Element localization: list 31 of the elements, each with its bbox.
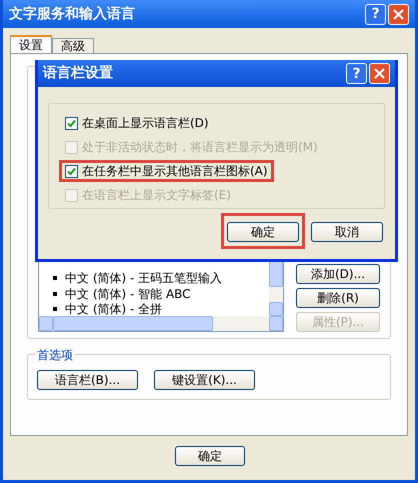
help-button[interactable]: ? [365, 4, 386, 24]
dialog-button[interactable]: 确定 [227, 222, 299, 242]
checkbox[interactable] [65, 164, 78, 178]
help-button[interactable]: ? [346, 63, 367, 84]
group-title: 首选项 [35, 346, 75, 364]
dialog-title: 语言栏设置 [43, 64, 114, 83]
checkbox-label: 处于非活动状态时，将语言栏显示为透明(M) [82, 141, 318, 153]
close-button[interactable] [388, 4, 409, 24]
preference-button[interactable]: 语言栏(B)... [37, 370, 138, 390]
checkbox-label: 在桌面上显示语言栏(D) [82, 117, 209, 129]
service-button[interactable]: 添加(D)... [296, 264, 380, 284]
window-title: 文字服务和输入语言 [9, 4, 136, 24]
dialog-button[interactable]: 取消 [311, 222, 383, 242]
close-icon [393, 8, 404, 20]
ok-button[interactable]: 确定 [175, 446, 245, 466]
list-item[interactable]: 中文 (简体) - 智能 ABC [65, 288, 191, 300]
close-icon [374, 68, 385, 79]
close-button[interactable] [369, 63, 390, 84]
list-item[interactable]: 中文 (简体) - 王码五笔型输入 [65, 272, 222, 284]
checkbox-label: 在任务栏中显示其他语言栏图标(A) [82, 165, 268, 177]
tab[interactable]: 设置 [10, 35, 52, 53]
tab[interactable]: 高级 [52, 38, 94, 53]
bullet-icon [53, 292, 57, 296]
preference-button[interactable]: 键设置(K)... [154, 370, 255, 390]
list-item[interactable]: 中文 (简体) - 全拼 [65, 303, 162, 316]
service-button[interactable]: 删除(R) [296, 288, 380, 308]
checkbox-label: 在语言栏上显示文字标签(E) [82, 189, 231, 201]
bullet-icon [53, 307, 57, 312]
horizontal-scrollbar[interactable] [39, 316, 283, 331]
checkbox[interactable] [65, 116, 78, 130]
bullet-icon [53, 276, 57, 280]
